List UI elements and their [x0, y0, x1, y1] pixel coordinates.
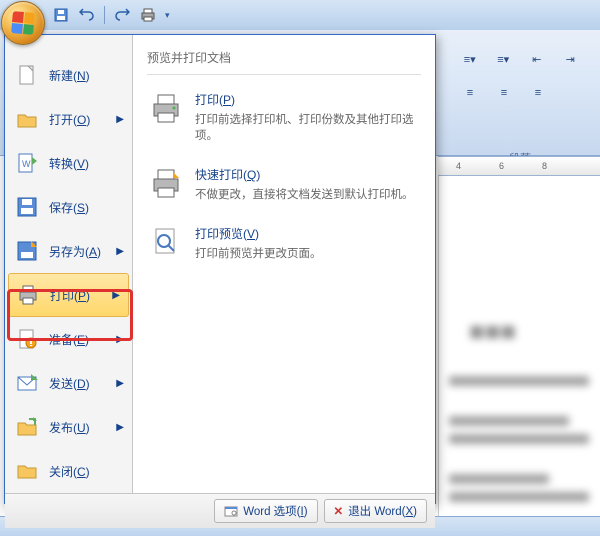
- menu-item-new-doc[interactable]: 新建(N): [5, 53, 132, 97]
- submenu-arrow-icon: ▶: [116, 334, 124, 345]
- menu-item-save-as[interactable]: 另存为(A) ▶: [5, 229, 132, 273]
- submenu-item-title: 打印预览(V): [195, 225, 322, 242]
- quick-print-icon: [149, 166, 183, 200]
- send-icon: [15, 371, 39, 395]
- publish-icon: [15, 415, 39, 439]
- open-folder-icon: [15, 107, 39, 131]
- menu-item-close-folder[interactable]: 关闭(C): [5, 449, 132, 493]
- menu-item-label: 新建(N): [49, 67, 90, 84]
- office-menu-footer: Word 选项(I) ✕ 退出 Word(X): [5, 493, 435, 528]
- office-button[interactable]: [1, 1, 45, 45]
- align-center-button[interactable]: ≡: [490, 82, 518, 104]
- submenu-item-title: 打印(P): [195, 91, 419, 108]
- ribbon-group-paragraph: ≡▾ ≡▾ ⇤ ⇥ ≡ ≡ ≡ 段落: [450, 42, 590, 166]
- submenu-item-printer[interactable]: 打印(P) 打印前选择打印机、打印份数及其他打印选项。: [147, 83, 421, 158]
- menu-item-send[interactable]: 发送(D) ▶: [5, 361, 132, 405]
- ruler-mark: 4: [456, 161, 461, 171]
- submenu-item-title: 快速打印(Q): [195, 166, 414, 183]
- separator: [104, 6, 105, 24]
- save-as-icon: [15, 239, 39, 263]
- menu-item-label: 打印(P): [50, 287, 90, 304]
- svg-text:W: W: [22, 159, 31, 169]
- office-menu: 新建(N)打开(O)▶W转换(V)保存(S)另存为(A)▶打印(P)▶准备(E)…: [4, 34, 436, 504]
- menu-item-print[interactable]: 打印(P) ▶: [8, 273, 129, 317]
- qat-save-button[interactable]: [50, 4, 72, 26]
- document-area[interactable]: ■■■: [438, 176, 600, 536]
- word-options-button[interactable]: Word 选项(I): [214, 499, 317, 523]
- doc-heading-blur: ■■■: [469, 316, 516, 347]
- menu-item-label: 准备(E): [49, 331, 89, 348]
- indent-increase-button[interactable]: ⇥: [557, 48, 585, 70]
- word-options-label: Word 选项(I): [243, 503, 307, 519]
- submenu-arrow-icon: ▶: [116, 246, 124, 257]
- office-logo-icon: [11, 11, 35, 35]
- indent-decrease-button[interactable]: ⇤: [523, 48, 551, 70]
- menu-item-prepare[interactable]: 准备(E) ▶: [5, 317, 132, 361]
- submenu-arrow-icon: ▶: [116, 378, 124, 389]
- close-icon: ✕: [334, 504, 344, 518]
- list-bullet-button[interactable]: ≡▾: [456, 48, 484, 70]
- qat-redo-button[interactable]: [111, 4, 133, 26]
- ruler-mark: 8: [542, 161, 547, 171]
- menu-item-save-disk[interactable]: 保存(S): [5, 185, 132, 229]
- menu-item-label: 另存为(A): [49, 243, 101, 260]
- qat-customize-dropdown[interactable]: ▾: [165, 10, 170, 21]
- close-folder-icon: [15, 459, 39, 483]
- menu-item-label: 转换(V): [49, 155, 89, 172]
- submenu-title: 预览并打印文档: [147, 45, 421, 75]
- exit-word-label: 退出 Word(X): [348, 503, 417, 519]
- menu-item-label: 打开(O): [49, 111, 90, 128]
- menu-item-publish[interactable]: 发布(U) ▶: [5, 405, 132, 449]
- qat-quickprint-button[interactable]: [137, 4, 159, 26]
- submenu-arrow-icon: ▶: [116, 114, 124, 125]
- preview-icon: [149, 225, 183, 259]
- qat-undo-button[interactable]: [76, 4, 98, 26]
- menu-item-convert[interactable]: W 转换(V): [5, 141, 132, 185]
- menu-item-label: 保存(S): [49, 199, 89, 216]
- list-number-button[interactable]: ≡▾: [490, 48, 518, 70]
- prepare-icon: [15, 327, 39, 351]
- options-icon: [224, 504, 238, 518]
- menu-item-label: 关闭(C): [49, 463, 90, 480]
- submenu-item-desc: 打印前选择打印机、打印份数及其他打印选项。: [195, 112, 419, 144]
- save-disk-icon: [15, 195, 39, 219]
- align-right-button[interactable]: ≡: [524, 82, 552, 104]
- submenu-item-preview[interactable]: 打印预览(V) 打印前预览并更改页面。: [147, 217, 421, 276]
- submenu-item-quick-print[interactable]: 快速打印(Q) 不做更改，直接将文档发送到默认打印机。: [147, 158, 421, 217]
- office-menu-left: 新建(N)打开(O)▶W转换(V)保存(S)另存为(A)▶打印(P)▶准备(E)…: [5, 35, 133, 493]
- submenu-arrow-icon: ▶: [116, 422, 124, 433]
- new-doc-icon: [15, 63, 39, 87]
- quick-access-toolbar: ▾: [0, 0, 600, 30]
- menu-item-open-folder[interactable]: 打开(O) ▶: [5, 97, 132, 141]
- submenu-item-desc: 打印前预览并更改页面。: [195, 246, 322, 262]
- print-icon: [16, 283, 40, 307]
- printer-icon: [149, 91, 183, 125]
- align-left-button[interactable]: ≡: [456, 82, 484, 104]
- ruler-mark: 6: [499, 161, 504, 171]
- convert-icon: W: [15, 151, 39, 175]
- submenu-arrow-icon: ▶: [112, 290, 120, 301]
- exit-word-button[interactable]: ✕ 退出 Word(X): [324, 499, 427, 523]
- menu-item-label: 发送(D): [49, 375, 90, 392]
- ruler[interactable]: 4 6 8: [438, 156, 600, 176]
- submenu-item-desc: 不做更改，直接将文档发送到默认打印机。: [195, 187, 414, 203]
- office-menu-right-pane: 预览并打印文档 打印(P) 打印前选择打印机、打印份数及其他打印选项。快速打印(Q…: [133, 35, 435, 493]
- menu-item-label: 发布(U): [49, 419, 90, 436]
